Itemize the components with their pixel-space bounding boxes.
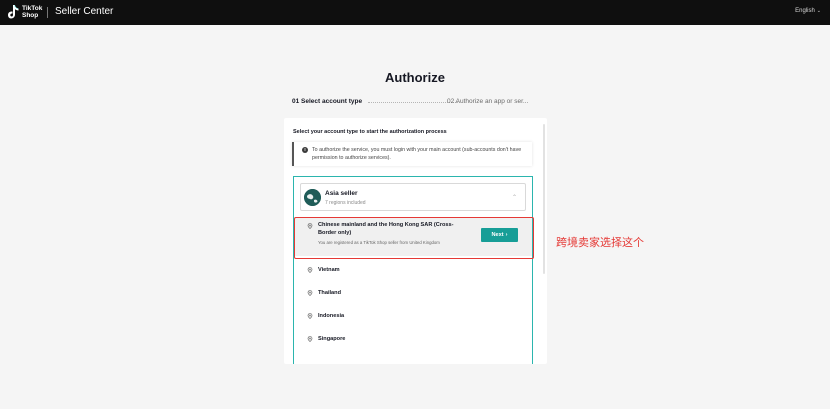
globe-icon <box>304 189 321 206</box>
logo-text-line2: Shop <box>22 11 39 19</box>
seller-group-subtitle: 7 regions included <box>325 200 366 206</box>
tiktok-logo-icon <box>8 4 19 19</box>
region-name: Thailand <box>318 290 341 296</box>
region-name: Indonesia <box>318 313 345 319</box>
top-navigation-bar: TikTok Shop Seller Center English ⌄ <box>0 0 830 25</box>
info-icon: ! <box>302 147 308 153</box>
region-option-vietnam[interactable]: Vietnam <box>294 264 532 278</box>
login-notice: ! To authorize the service, you must log… <box>292 142 532 166</box>
logo-text-line1: TikTok <box>22 4 43 12</box>
region-option-singapore[interactable]: Singapore <box>294 333 532 347</box>
chevron-down-icon: ⌄ <box>816 8 821 14</box>
annotation-highlight-box <box>294 217 534 259</box>
step-2-label: 02 Authorize an app or ser... <box>447 98 529 105</box>
location-pin-icon <box>307 290 313 296</box>
region-name: Vietnam <box>318 267 340 273</box>
page-title: Authorize <box>385 70 445 85</box>
location-pin-icon <box>307 313 313 319</box>
chevron-up-icon: ⌃ <box>511 195 517 201</box>
notice-text: To authorize the service, you must login… <box>312 147 522 161</box>
instruction-text: Select your account type to start the au… <box>293 129 447 135</box>
language-selector[interactable]: English ⌄ <box>795 8 821 14</box>
header-divider <box>47 7 48 18</box>
card-scrollbar[interactable] <box>543 124 545 274</box>
annotation-text: 跨境卖家选择这个 <box>556 236 644 249</box>
location-pin-icon <box>307 336 313 342</box>
region-option-thailand[interactable]: Thailand <box>294 287 532 301</box>
step-connector <box>368 102 458 103</box>
region-selection-panel: Asia seller 7 regions included ⌃ Chinese… <box>293 176 533 364</box>
step-indicator: 01 Select account type 02 Authorize an a… <box>292 98 538 108</box>
asia-seller-accordion[interactable]: Asia seller 7 regions included ⌃ <box>300 183 526 211</box>
brand-title: Seller Center <box>55 6 114 17</box>
tiktok-shop-logo[interactable]: TikTok Shop <box>8 4 42 19</box>
region-name: Singapore <box>318 336 346 342</box>
language-label: English <box>795 8 815 14</box>
step-1-label: 01 Select account type <box>292 98 363 105</box>
region-option-indonesia[interactable]: Indonesia <box>294 310 532 324</box>
location-pin-icon <box>307 267 313 273</box>
seller-group-title: Asia seller <box>325 190 358 197</box>
